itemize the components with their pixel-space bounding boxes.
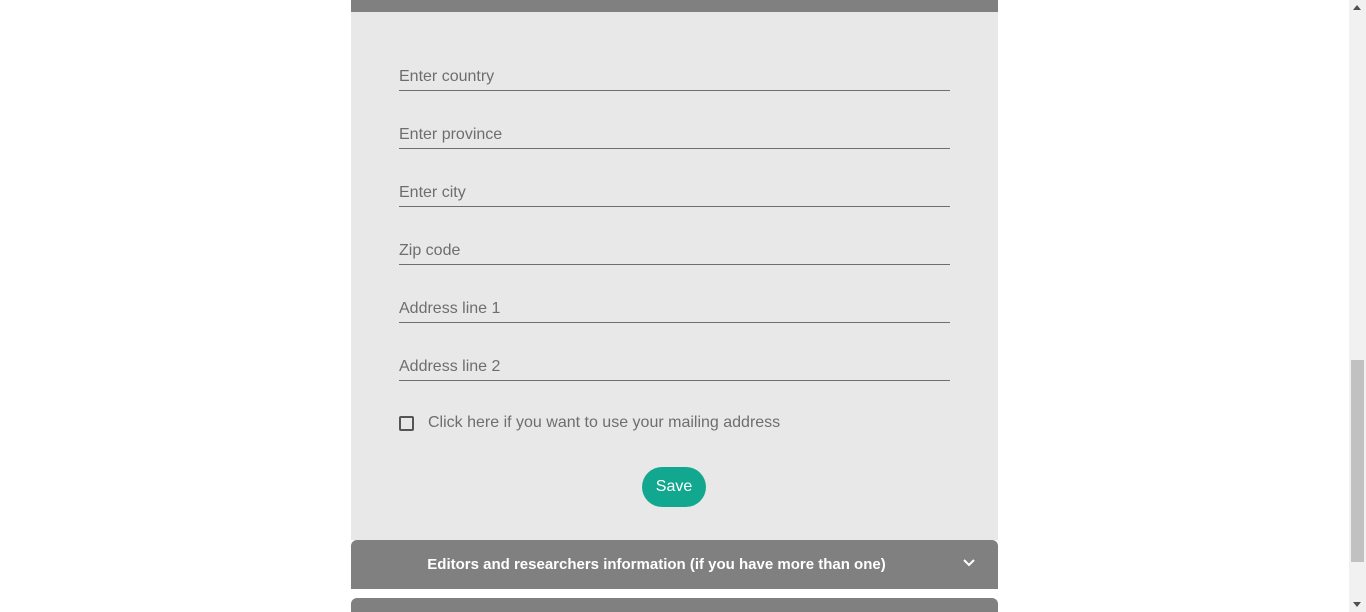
- country-field: [399, 58, 950, 91]
- use-mailing-address-label[interactable]: Click here if you want to use your maili…: [428, 414, 780, 432]
- scrollbar-thumb[interactable]: [1351, 360, 1364, 562]
- accordion-title: Editors and researchers information (if …: [427, 556, 886, 573]
- editors-researchers-accordion[interactable]: Editors and researchers information (if …: [351, 540, 998, 589]
- address-form-panel: Click here if you want to use your maili…: [351, 12, 998, 540]
- chevron-down-icon[interactable]: [962, 558, 976, 568]
- province-field: [399, 116, 950, 149]
- section-header-bottom-edge: [351, 0, 998, 12]
- province-input[interactable]: [399, 126, 950, 144]
- next-accordion-header[interactable]: [351, 598, 998, 612]
- use-mailing-address-checkbox[interactable]: [399, 415, 414, 431]
- scroll-down-icon[interactable]: [1353, 602, 1361, 607]
- city-input[interactable]: [399, 184, 950, 202]
- city-field: [399, 174, 950, 207]
- country-input[interactable]: [399, 68, 950, 86]
- vertical-scrollbar[interactable]: [1349, 0, 1366, 612]
- address-line-1-field: [399, 290, 950, 323]
- save-button[interactable]: Save: [642, 467, 706, 507]
- address-line-1-input[interactable]: [399, 300, 950, 318]
- scroll-up-icon[interactable]: [1353, 5, 1361, 10]
- address-line-2-field: [399, 348, 950, 381]
- address-line-2-input[interactable]: [399, 358, 950, 376]
- page: Click here if you want to use your maili…: [0, 0, 1366, 612]
- zip-code-field: [399, 232, 950, 265]
- zip-code-input[interactable]: [399, 242, 950, 260]
- use-mailing-address-row[interactable]: Click here if you want to use your maili…: [399, 412, 780, 434]
